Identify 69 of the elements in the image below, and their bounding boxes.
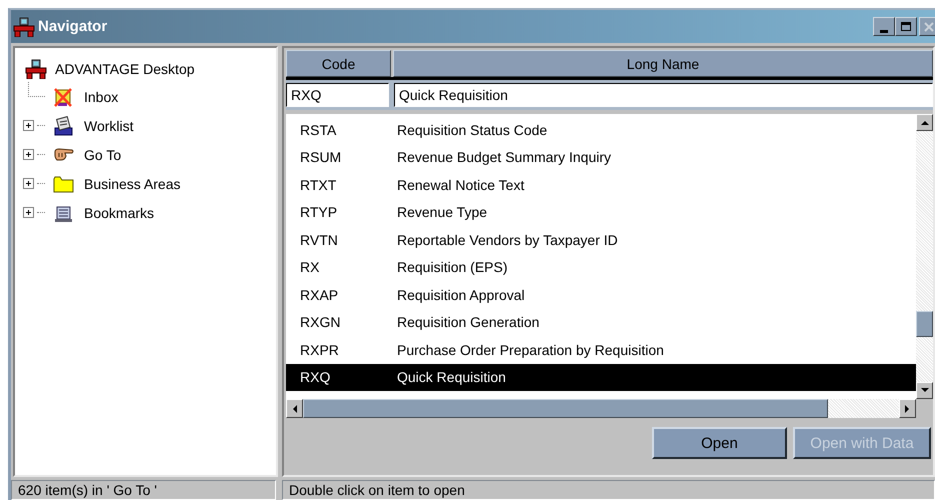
name-text: Requisition Status Code: [397, 122, 548, 138]
status-text: Double click on item to open: [282, 480, 935, 500]
column-header[interactable]: Code: [286, 50, 391, 77]
code-text: RSUM: [299, 149, 342, 166]
folder-icon: [53, 174, 74, 194]
name-text: Renewal Notice Text: [397, 176, 526, 193]
maximize-button[interactable]: [895, 17, 917, 36]
code-text: RXAP: [299, 286, 340, 303]
scroll-thumb[interactable]: [303, 399, 828, 418]
scroll-thumb[interactable]: [916, 311, 933, 337]
code-text: RTXT: [299, 176, 338, 193]
code-text: RXPR: [299, 342, 340, 358]
name-text: Revenue Budget Summary Inquiry: [397, 149, 612, 166]
code-text: RTYP: [299, 204, 338, 220]
name-text: Reportable Vendors by Taxpayer ID: [397, 232, 619, 248]
expand-toggle[interactable]: [23, 120, 34, 131]
tree-item[interactable]: ADVANTAGE Desktop: [55, 61, 195, 77]
vertical-scrollbar[interactable]: [916, 114, 933, 399]
name-text: Purchase Order Preparation by Requisition: [397, 342, 665, 358]
list-row[interactable]: RTYP Revenue Type: [286, 198, 916, 226]
name-text: Requisition (EPS): [397, 259, 508, 276]
tray-icon: [53, 116, 74, 136]
tree-item[interactable]: Bookmarks: [84, 204, 154, 220]
name-text: Requisition Generation: [397, 314, 540, 330]
up-arrow-icon: [920, 120, 928, 125]
list-row[interactable]: RTXT Renewal Notice Text: [286, 171, 916, 198]
tree-item[interactable]: Business Areas: [84, 176, 180, 192]
code-text: RX: [299, 259, 320, 276]
name-text: Quick Requisition: [397, 369, 507, 386]
list-row[interactable]: RXQ Quick Requisition: [286, 364, 916, 391]
left-arrow-icon: [292, 404, 297, 412]
name-field[interactable]: Quick Requisition: [394, 83, 933, 107]
tree-item[interactable]: Inbox: [84, 88, 118, 104]
computer-icon: [13, 16, 35, 36]
right-arrow-icon: [905, 404, 910, 412]
horizontal-scrollbar[interactable]: [286, 399, 916, 418]
close-icon: [924, 22, 934, 32]
close-button[interactable]: [919, 17, 935, 36]
scroll-up-button[interactable]: [916, 114, 933, 131]
code-text: RXQ: [299, 369, 332, 386]
code-text: RSTA: [299, 122, 338, 138]
scroll-right-button[interactable]: [899, 399, 916, 418]
column-header[interactable]: Long Name: [393, 50, 933, 77]
list-row[interactable]: RXPR Purchase Order Preparation by Requisition: [286, 336, 916, 364]
name-text: Requisition Approval: [397, 286, 526, 303]
name-text: Revenue Type: [397, 204, 488, 220]
scroll-down-button[interactable]: [916, 382, 933, 399]
code-field[interactable]: RXQ: [286, 83, 389, 107]
code-text: RVTN: [299, 232, 339, 248]
expand-toggle[interactable]: [23, 178, 34, 189]
down-arrow-icon: [920, 388, 928, 393]
expand-toggle[interactable]: [23, 207, 34, 218]
tree-item[interactable]: Worklist: [84, 118, 134, 134]
inbox-icon: [53, 86, 74, 106]
status-text: 620 item(s) in ' Go To ': [11, 480, 276, 500]
window-title: Navigator: [38, 18, 108, 35]
tree-item[interactable]: Go To: [84, 146, 122, 162]
list-row[interactable]: RXAP Requisition Approval: [286, 281, 916, 308]
computer-icon: [25, 59, 47, 79]
list-row[interactable]: RXGN Requisition Generation: [286, 308, 916, 336]
dialog-button[interactable]: Open: [652, 427, 787, 459]
list-row[interactable]: RVTN Reportable Vendors by Taxpayer ID: [286, 226, 916, 254]
list-row[interactable]: RSUM Revenue Budget Summary Inquiry: [286, 144, 916, 171]
scroll-left-button[interactable]: [286, 399, 303, 418]
code-text: RXGN: [299, 314, 342, 330]
list-row[interactable]: RX Requisition (EPS): [286, 254, 916, 281]
expand-toggle[interactable]: [23, 149, 34, 160]
list-row[interactable]: RSTA Requisition Status Code: [286, 116, 916, 144]
minimize-button[interactable]: [873, 17, 895, 36]
